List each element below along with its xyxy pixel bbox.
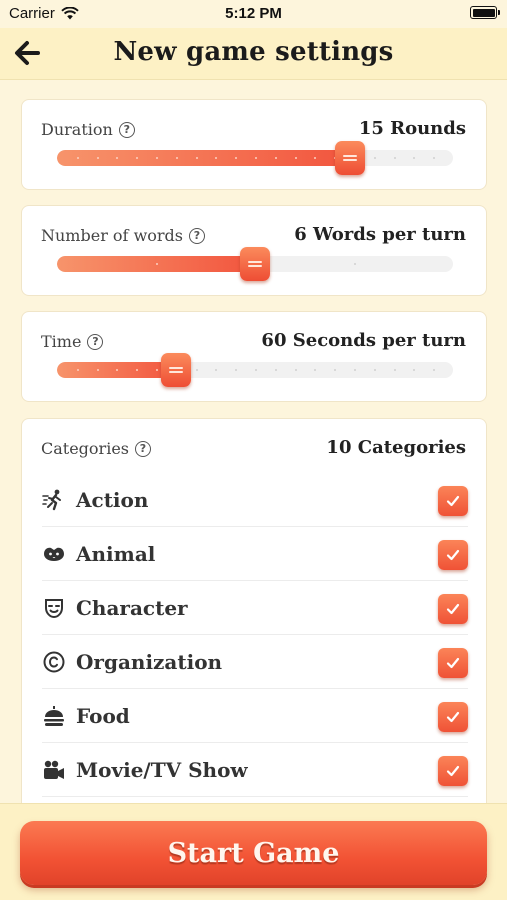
slider-tick — [255, 369, 257, 371]
category-row-action[interactable]: Action — [42, 473, 468, 527]
bottom-bar: Start Game — [0, 803, 507, 900]
status-bar: Carrier 5:12 PM — [0, 0, 507, 28]
categories-label: Categories — [41, 439, 129, 458]
battery-icon — [470, 6, 500, 19]
checkmark-icon — [446, 711, 460, 723]
copyright-icon — [42, 650, 66, 674]
slider-fill — [57, 150, 351, 166]
words-label: Number of words — [41, 226, 183, 245]
slider-tick — [96, 369, 99, 371]
category-row-organization[interactable]: Organization — [42, 635, 468, 689]
words-value: 6 Words per turn — [294, 224, 466, 245]
category-row-food[interactable]: Food — [42, 689, 468, 743]
mask-icon — [42, 596, 66, 620]
nav-bar: New game settings — [0, 28, 507, 80]
checkmark-icon — [446, 495, 460, 507]
slider-tick — [156, 157, 158, 159]
duration-label-group: Duration ? — [41, 120, 135, 139]
duration-value: 15 Rounds — [358, 118, 466, 139]
words-card: Number of words ? 6 Words per turn — [21, 205, 487, 296]
category-name: Action — [76, 487, 149, 512]
slider-tick — [393, 157, 396, 159]
duration-label: Duration — [41, 120, 113, 139]
words-label-group: Number of words ? — [41, 226, 205, 245]
category-row-animal[interactable]: Animal — [42, 527, 468, 581]
category-row-character[interactable]: Character — [42, 581, 468, 635]
category-name: Movie/TV Show — [76, 757, 248, 782]
checkmark-icon — [446, 603, 460, 615]
categories-label-group: Categories ? — [41, 439, 151, 458]
video-camera-icon — [42, 758, 66, 782]
category-name: Organization — [76, 649, 223, 674]
checkbox-checked[interactable] — [438, 486, 468, 516]
slider-tick — [96, 157, 99, 159]
slider-tick — [274, 157, 277, 159]
clock: 5:12 PM — [225, 5, 282, 22]
slider-tick — [156, 369, 158, 371]
checkbox-checked[interactable] — [438, 702, 468, 732]
slider-tick — [294, 369, 297, 371]
time-value: 60 Seconds per turn — [261, 330, 466, 351]
page-title: New game settings — [113, 37, 394, 67]
slider-tick — [195, 369, 198, 371]
running-person-icon — [42, 488, 66, 512]
checkmark-icon — [446, 549, 460, 561]
time-slider[interactable] — [57, 353, 453, 387]
category-name: Food — [76, 703, 130, 728]
help-icon[interactable]: ? — [87, 333, 104, 350]
checkbox-checked[interactable] — [438, 594, 468, 624]
help-icon[interactable]: ? — [189, 227, 205, 244]
slider-tick — [294, 157, 297, 159]
slider-tick — [393, 369, 396, 371]
category-row-movie[interactable]: Movie/TV Show — [42, 743, 468, 797]
start-game-button[interactable]: Start Game — [20, 821, 487, 885]
time-label: Time — [41, 332, 82, 351]
category-name: Animal — [76, 541, 156, 566]
slider-thumb[interactable] — [160, 353, 191, 387]
time-label-group: Time ? — [41, 332, 104, 351]
checkbox-checked[interactable] — [438, 648, 468, 678]
categories-card: Categories ? 10 Categories Action Animal… — [21, 418, 487, 828]
category-name: Character — [76, 595, 188, 620]
categories-count: 10 Categories — [326, 437, 466, 458]
start-game-label: Start Game — [167, 837, 340, 869]
checkmark-icon — [446, 765, 460, 777]
slider-tick — [76, 369, 79, 371]
slider-tick — [175, 157, 178, 159]
slider-tick — [373, 157, 376, 159]
slider-tick — [373, 369, 376, 371]
slider-thumb[interactable] — [335, 141, 366, 175]
slider-tick — [354, 369, 356, 371]
slider-thumb[interactable] — [240, 247, 270, 281]
slider-tick — [255, 157, 257, 159]
slider-tick — [76, 157, 79, 159]
words-slider[interactable] — [57, 247, 453, 281]
paw-icon — [42, 542, 66, 566]
slider-tick — [156, 263, 158, 265]
food-icon — [42, 704, 66, 728]
slider-tick — [195, 157, 198, 159]
checkbox-checked[interactable] — [438, 540, 468, 570]
help-icon[interactable]: ? — [118, 121, 135, 138]
checkbox-checked[interactable] — [438, 756, 468, 786]
help-icon[interactable]: ? — [135, 440, 151, 457]
checkmark-icon — [446, 657, 460, 669]
duration-slider[interactable] — [57, 141, 453, 175]
time-card: Time ? 60 Seconds per turn — [21, 311, 487, 402]
slider-tick — [354, 263, 356, 265]
duration-card: Duration ? 15 Rounds — [21, 99, 487, 190]
slider-tick — [274, 369, 277, 371]
